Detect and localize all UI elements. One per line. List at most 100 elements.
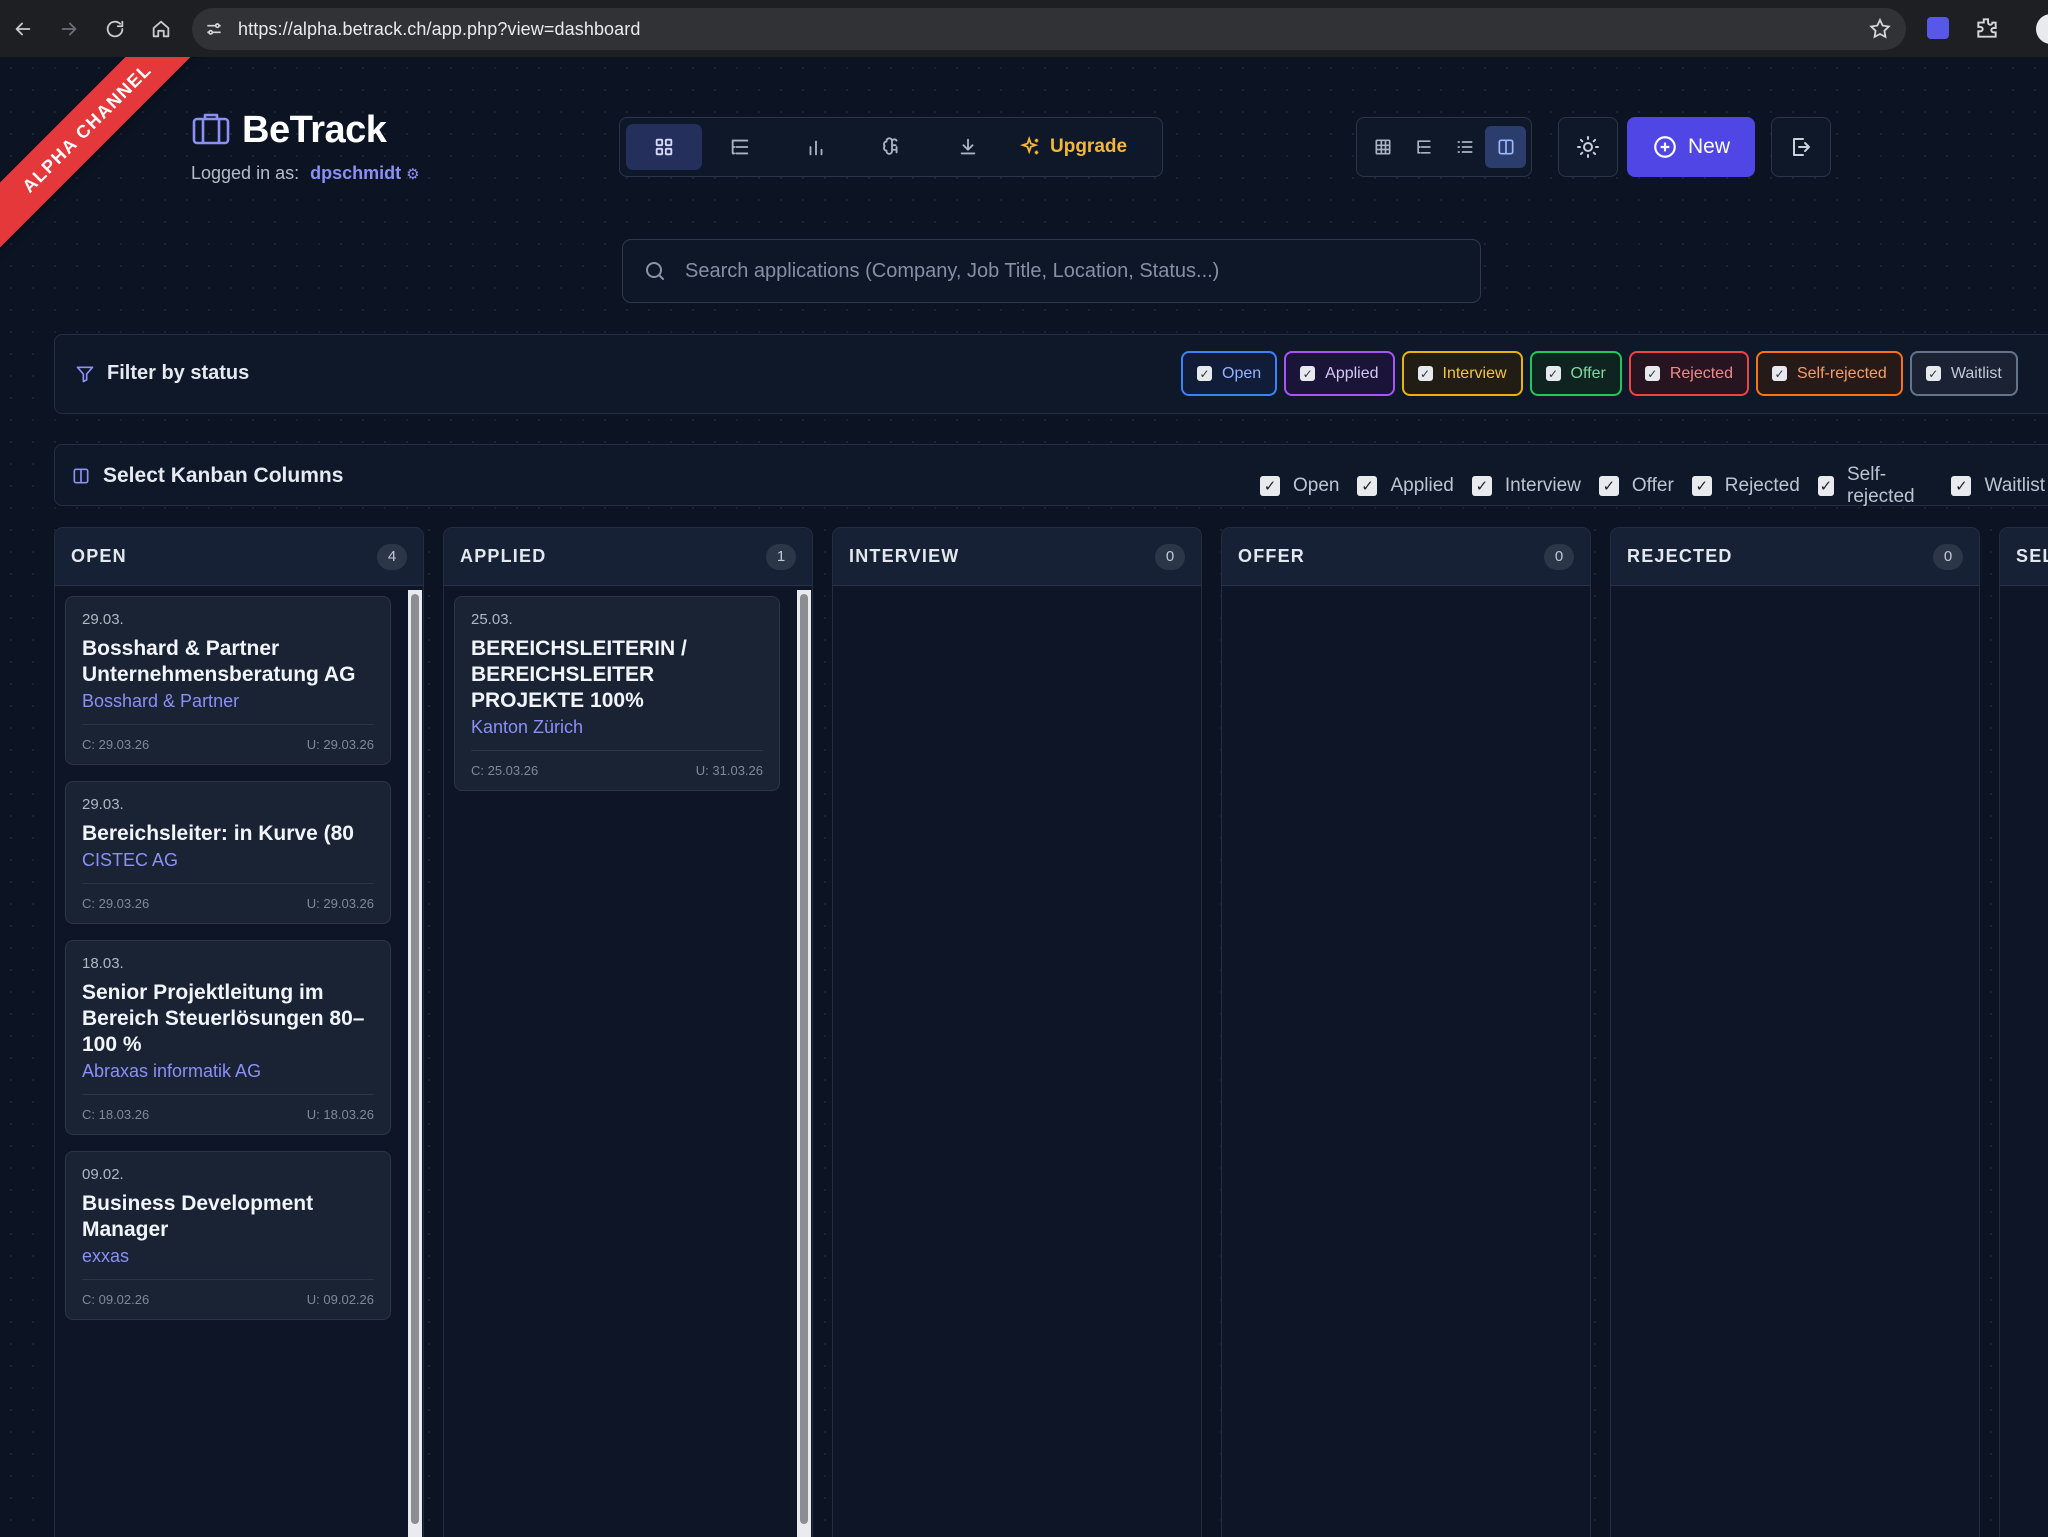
tree-view-button[interactable]	[702, 124, 778, 170]
status-chip-self-rejected[interactable]: ✓ Self-rejected	[1755, 351, 1903, 396]
new-application-button[interactable]: New	[1627, 117, 1755, 177]
application-card[interactable]: 29.03. Bosshard & Partner Unternehmensber…	[65, 596, 391, 765]
url-text[interactable]: https://alpha.betrack.ch/app.php?view=da…	[238, 19, 640, 40]
checkbox-checked[interactable]: ✓	[1644, 366, 1660, 381]
column-title: INTERVIEW	[849, 546, 960, 566]
card-created-date: C: 29.03.26	[82, 896, 150, 911]
table-view-button[interactable]	[1362, 126, 1403, 168]
kanban-view-button[interactable]	[1485, 126, 1526, 168]
status-chip-waitlist[interactable]: ✓ Waitlist	[1909, 351, 2018, 396]
status-chip-label: Self-rejected	[1796, 364, 1887, 382]
status-chip-rejected[interactable]: ✓ Rejected	[1628, 351, 1749, 396]
card-created-date: C: 25.03.26	[471, 763, 539, 778]
card-date: 29.03.	[82, 611, 124, 628]
card-updated-date: U: 29.03.26	[306, 737, 374, 752]
home-button[interactable]	[138, 6, 184, 52]
card-footer: C: 18.03.26 U: 18.03.26	[82, 1094, 374, 1122]
application-card[interactable]: 25.03. BEREICHSLEITERIN / BEREICHSLEITER …	[454, 596, 780, 791]
card-job-title: Senior Projektleitung im Bereich Steuerl…	[82, 981, 365, 1056]
theme-toggle-button[interactable]	[1558, 117, 1618, 177]
profile-avatar[interactable]	[2036, 14, 2048, 44]
checkbox-checked[interactable]: ✓	[1691, 476, 1712, 496]
checkbox-checked[interactable]: ✓	[1197, 366, 1212, 381]
checkbox-checked[interactable]: ✓	[1417, 366, 1433, 381]
arrow-left-icon	[15, 22, 31, 35]
kanban-option-interview[interactable]: ✓ Interview	[1471, 464, 1581, 508]
column-count-badge: 0	[1155, 543, 1185, 570]
kanban-option-waitlist[interactable]: ✓ Waitlist	[1951, 464, 2045, 508]
search-input[interactable]	[685, 259, 1465, 283]
checkbox-checked[interactable]: ✓	[1817, 476, 1834, 496]
status-chip-interview[interactable]: ✓ Interview	[1401, 351, 1523, 396]
column-scrollbar[interactable]	[797, 590, 811, 1537]
card-footer: C: 29.03.26 U: 29.03.26	[82, 883, 374, 911]
reload-button[interactable]	[92, 6, 138, 52]
kanban-option-open[interactable]: ✓ Open	[1260, 464, 1339, 508]
forward-button[interactable]	[46, 6, 92, 52]
checkbox-checked[interactable]: ✓	[1357, 476, 1378, 496]
status-chip-applied[interactable]: ✓ Applied	[1284, 351, 1395, 396]
kanban-column-rejected: REJECTED 0	[1610, 527, 1980, 1537]
back-button[interactable]	[0, 6, 46, 52]
dashboard-button[interactable]	[626, 124, 702, 170]
kanban-option-rejected[interactable]: ✓ Rejected	[1691, 464, 1800, 508]
checkbox-checked[interactable]: ✓	[1598, 476, 1619, 496]
checkbox-checked[interactable]: ✓	[1300, 366, 1316, 381]
upgrade-button[interactable]: Upgrade	[1020, 136, 1127, 158]
column-title: SEL	[2016, 546, 2048, 566]
site-settings-icon[interactable]	[194, 9, 234, 49]
application-card[interactable]: 29.03. Bereichsleiter: in Kurve (80 CISTEC…	[65, 781, 391, 924]
checkbox-checked[interactable]: ✓	[1471, 476, 1492, 496]
status-chip-label: Interview	[1442, 364, 1507, 382]
kanban-option-applied[interactable]: ✓ Applied	[1357, 464, 1454, 508]
kanban-column-offer: OFFER 0	[1221, 527, 1591, 1537]
sun-icon	[1577, 136, 1599, 158]
kanban-column-selector: Select Kanban Columns ✓ Open ✓ Applied ✓ Inte…	[54, 444, 2048, 508]
app-title: BeTrack	[242, 109, 387, 151]
column-title: OFFER	[1238, 546, 1305, 566]
checkbox-checked[interactable]: ✓	[1951, 476, 1972, 496]
checkbox-checked[interactable]: ✓	[1925, 366, 1941, 381]
scrollbar-thumb[interactable]	[411, 594, 419, 1524]
kanban-option-self-rejected[interactable]: ✓ Self-rejected	[1817, 464, 1934, 508]
extension-icon[interactable]	[1927, 17, 1949, 39]
extensions-puzzle-icon[interactable]	[1974, 15, 2000, 41]
application-card[interactable]: 18.03. Senior Projektleitung im Bereich S…	[65, 940, 391, 1135]
kanban-select-title-text: Select Kanban Columns	[103, 464, 344, 487]
columns-icon	[1498, 139, 1513, 155]
statistics-button[interactable]	[778, 124, 854, 170]
kanban-option-offer[interactable]: ✓ Offer	[1598, 464, 1674, 508]
list-view-button[interactable]	[1444, 126, 1485, 168]
card-created-date: C: 09.02.26	[82, 1292, 150, 1307]
column-scrollbar[interactable]	[408, 590, 422, 1537]
address-bar[interactable]: https://alpha.betrack.ch/app.php?view=da…	[192, 8, 1906, 50]
username-link[interactable]: dpschmidt	[310, 163, 401, 184]
insights-button[interactable]	[854, 124, 930, 170]
user-settings-icon[interactable]: ⚙	[406, 165, 419, 183]
application-card[interactable]: 09.02. Business Development Manager exxas C…	[65, 1151, 391, 1320]
kanban-column-interview: INTERVIEW 0	[832, 527, 1202, 1537]
status-chip-offer[interactable]: ✓ Offer	[1529, 351, 1622, 396]
scrollbar-thumb[interactable]	[800, 594, 808, 1524]
bookmark-star-icon[interactable]	[1868, 17, 1892, 41]
export-button[interactable]	[930, 124, 1006, 170]
kanban-option-label: Interview	[1504, 475, 1581, 496]
checkbox-checked[interactable]: ✓	[1545, 366, 1561, 381]
status-chip-open[interactable]: ✓ Open	[1181, 351, 1278, 396]
status-chip-label: Waitlist	[1950, 364, 2002, 382]
column-header: OFFER 0	[1222, 528, 1590, 586]
table-icon	[1375, 139, 1390, 155]
upgrade-label: Upgrade	[1050, 136, 1128, 157]
logout-button[interactable]	[1771, 117, 1831, 177]
checkbox-checked[interactable]: ✓	[1260, 476, 1280, 496]
bar-chart-icon	[809, 140, 823, 156]
alpha-channel-ribbon: ALPHA CHANNEL	[0, 57, 220, 261]
home-icon	[152, 20, 170, 37]
card-company: Abraxas informatik AG	[82, 1061, 262, 1081]
column-count-badge: 4	[377, 543, 407, 570]
tree-list-view-button[interactable]	[1403, 126, 1444, 168]
card-job-title: Business Development Manager	[82, 1192, 314, 1241]
status-chip-label: Rejected	[1669, 364, 1733, 382]
checkbox-checked[interactable]: ✓	[1771, 366, 1787, 381]
column-body	[2000, 586, 2048, 596]
